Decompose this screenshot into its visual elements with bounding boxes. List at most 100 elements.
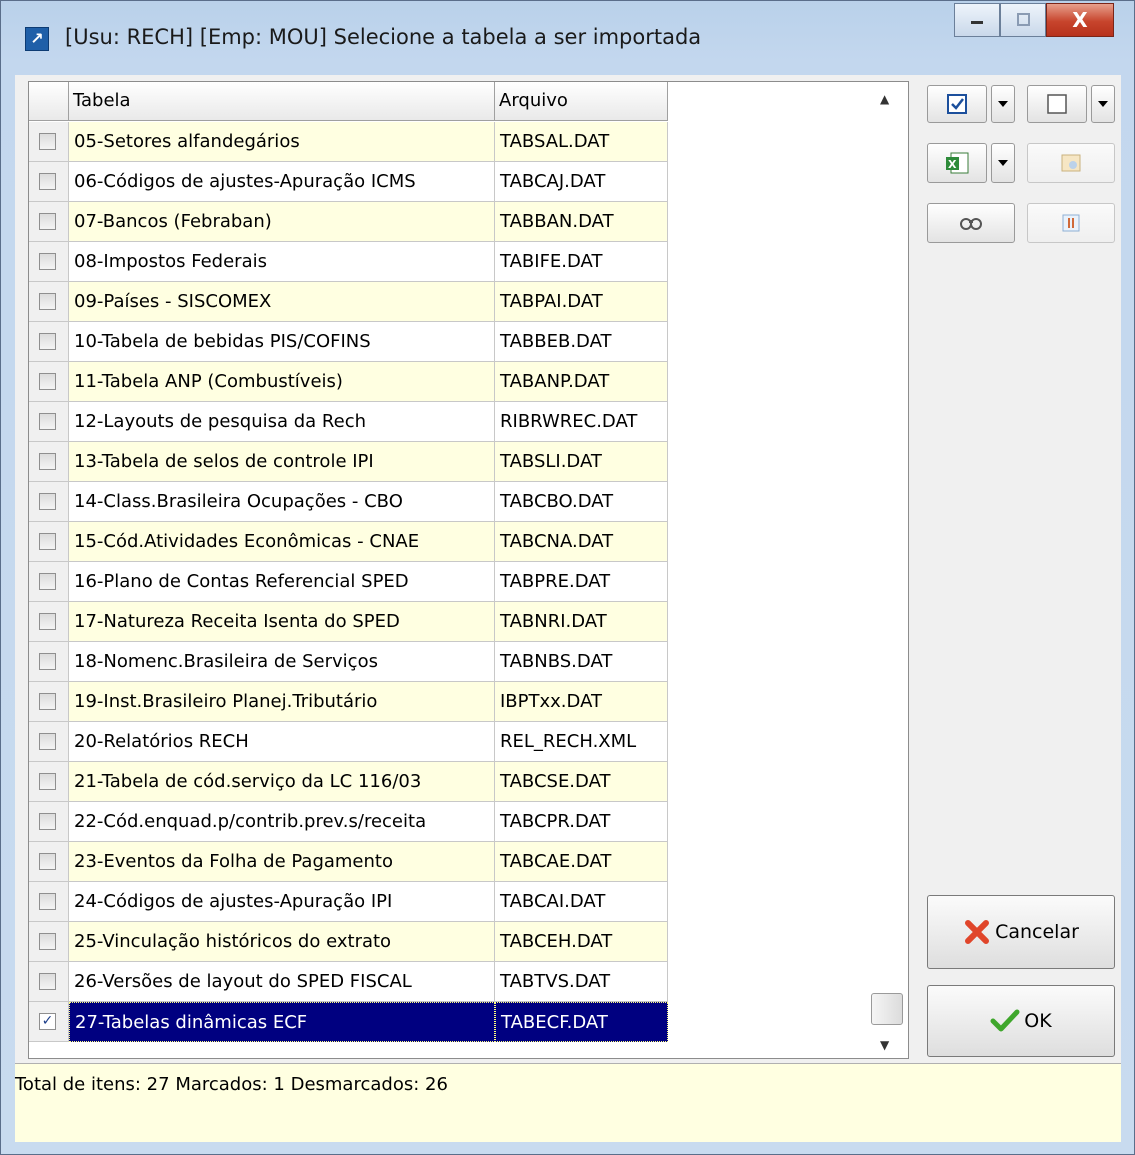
row-checkbox[interactable] — [39, 493, 56, 510]
scroll-up-icon[interactable]: ▲ — [880, 92, 889, 106]
arquivo-cell[interactable]: TABNRI.DAT — [495, 602, 668, 642]
close-button[interactable]: X — [1046, 3, 1114, 37]
table-row[interactable]: 12-Layouts de pesquisa da Rech RIBRWREC.D… — [29, 402, 669, 442]
arquivo-cell[interactable]: TABSAL.DAT — [495, 122, 668, 162]
tabela-cell[interactable]: 18-Nomenc.Brasileira de Serviços — [69, 642, 495, 682]
arquivo-cell[interactable]: TABCSE.DAT — [495, 762, 668, 802]
tabela-cell[interactable]: 17-Natureza Receita Isenta do SPED — [69, 602, 495, 642]
tabela-cell[interactable]: 13-Tabela de selos de controle IPI — [69, 442, 495, 482]
table-row[interactable]: 23-Eventos da Folha de Pagamento TABCAE.D… — [29, 842, 669, 882]
row-checkbox[interactable]: ✓ — [39, 1013, 56, 1030]
tabela-cell[interactable]: 14-Class.Brasileira Ocupações - CBO — [69, 482, 495, 522]
table-row[interactable]: 21-Tabela de cód.serviço da LC 116/03 TAB… — [29, 762, 669, 802]
arquivo-cell[interactable]: TABNBS.DAT — [495, 642, 668, 682]
minimize-button[interactable] — [954, 3, 1000, 37]
tabela-cell[interactable]: 26-Versões de layout do SPED FISCAL — [69, 962, 495, 1002]
arquivo-cell[interactable]: REL_RECH.XML — [495, 722, 668, 762]
arquivo-cell[interactable]: TABBEB.DAT — [495, 322, 668, 362]
scroll-down-icon[interactable]: ▼ — [880, 1038, 889, 1052]
row-checkbox[interactable] — [39, 293, 56, 310]
arquivo-cell[interactable]: TABPAI.DAT — [495, 282, 668, 322]
row-checkbox[interactable] — [39, 413, 56, 430]
table-row[interactable]: 22-Cód.enquad.p/contrib.prev.s/receita TA… — [29, 802, 669, 842]
column-header-arquivo[interactable]: Arquivo — [495, 82, 668, 121]
arquivo-cell[interactable]: TABECF.DAT — [495, 1002, 668, 1042]
table-row[interactable]: 26-Versões de layout do SPED FISCAL TABTV… — [29, 962, 669, 1002]
table-row[interactable]: 08-Impostos Federais TABIFE.DAT — [29, 242, 669, 282]
uncheck-all-button[interactable] — [1027, 85, 1087, 123]
arquivo-cell[interactable]: TABSLI.DAT — [495, 442, 668, 482]
cancel-button[interactable]: Cancelar — [927, 895, 1115, 969]
table-row[interactable]: 20-Relatórios RECH REL_RECH.XML — [29, 722, 669, 762]
tabela-cell[interactable]: 08-Impostos Federais — [69, 242, 495, 282]
row-checkbox[interactable] — [39, 333, 56, 350]
row-checkbox[interactable] — [39, 453, 56, 470]
table-row[interactable]: 10-Tabela de bebidas PIS/COFINS TABBEB.DA… — [29, 322, 669, 362]
arquivo-cell[interactable]: TABIFE.DAT — [495, 242, 668, 282]
row-checkbox[interactable] — [39, 173, 56, 190]
row-checkbox[interactable] — [39, 253, 56, 270]
arquivo-cell[interactable]: TABBAN.DAT — [495, 202, 668, 242]
row-checkbox[interactable] — [39, 653, 56, 670]
row-checkbox[interactable] — [39, 973, 56, 990]
table-row[interactable]: 18-Nomenc.Brasileira de Serviços TABNBS.D… — [29, 642, 669, 682]
table-row[interactable]: 17-Natureza Receita Isenta do SPED TABNRI… — [29, 602, 669, 642]
arquivo-cell[interactable]: RIBRWREC.DAT — [495, 402, 668, 442]
find-button[interactable] — [927, 203, 1015, 243]
table-row[interactable]: ✓ 27-Tabelas dinâmicas ECF TABECF.DAT — [29, 1002, 669, 1042]
row-checkbox[interactable] — [39, 693, 56, 710]
scroll-thumb[interactable] — [871, 993, 903, 1025]
row-checkbox[interactable] — [39, 813, 56, 830]
table-row[interactable]: 16-Plano de Contas Referencial SPED TABPR… — [29, 562, 669, 602]
check-options-dropdown[interactable] — [991, 85, 1015, 123]
arquivo-cell[interactable]: TABCAI.DAT — [495, 882, 668, 922]
vertical-scrollbar[interactable]: ▲ ▼ — [868, 82, 908, 1058]
table-row[interactable]: 13-Tabela de selos de controle IPI TABSLI… — [29, 442, 669, 482]
arquivo-cell[interactable]: TABCBO.DAT — [495, 482, 668, 522]
table-row[interactable]: 09-Países - SISCOMEX TABPAI.DAT — [29, 282, 669, 322]
configure-button[interactable] — [1027, 143, 1115, 183]
arquivo-cell[interactable]: IBPTxx.DAT — [495, 682, 668, 722]
row-checkbox[interactable] — [39, 893, 56, 910]
arquivo-cell[interactable]: TABTVS.DAT — [495, 962, 668, 1002]
arquivo-cell[interactable]: TABCEH.DAT — [495, 922, 668, 962]
table-row[interactable]: 19-Inst.Brasileiro Planej.Tributário IBPT… — [29, 682, 669, 722]
tabela-cell[interactable]: 15-Cód.Atividades Econômicas - CNAE — [69, 522, 495, 562]
arquivo-cell[interactable]: TABCAJ.DAT — [495, 162, 668, 202]
tabela-cell[interactable]: 05-Setores alfandegários — [69, 122, 495, 162]
row-checkbox[interactable] — [39, 733, 56, 750]
row-checkbox[interactable] — [39, 213, 56, 230]
tabela-cell[interactable]: 12-Layouts de pesquisa da Rech — [69, 402, 495, 442]
tabela-cell[interactable]: 10-Tabela de bebidas PIS/COFINS — [69, 322, 495, 362]
tabela-cell[interactable]: 09-Países - SISCOMEX — [69, 282, 495, 322]
sort-button[interactable] — [1027, 203, 1115, 243]
arquivo-cell[interactable]: TABANP.DAT — [495, 362, 668, 402]
table-row[interactable]: 11-Tabela ANP (Combustíveis) TABANP.DAT — [29, 362, 669, 402]
table-row[interactable]: 14-Class.Brasileira Ocupações - CBO TABCB… — [29, 482, 669, 522]
tabela-cell[interactable]: 20-Relatórios RECH — [69, 722, 495, 762]
row-checkbox[interactable] — [39, 573, 56, 590]
tabela-cell[interactable]: 22-Cód.enquad.p/contrib.prev.s/receita — [69, 802, 495, 842]
table-row[interactable]: 15-Cód.Atividades Econômicas - CNAE TABCN… — [29, 522, 669, 562]
arquivo-cell[interactable]: TABCNA.DAT — [495, 522, 668, 562]
table-row[interactable]: 25-Vinculação históricos do extrato TABCE… — [29, 922, 669, 962]
tabela-cell[interactable]: 27-Tabelas dinâmicas ECF — [69, 1002, 495, 1042]
tabela-cell[interactable]: 25-Vinculação históricos do extrato — [69, 922, 495, 962]
tabela-cell[interactable]: 11-Tabela ANP (Combustíveis) — [69, 362, 495, 402]
arquivo-cell[interactable]: TABCPR.DAT — [495, 802, 668, 842]
tabela-cell[interactable]: 07-Bancos (Febraban) — [69, 202, 495, 242]
row-checkbox[interactable] — [39, 613, 56, 630]
uncheck-options-dropdown[interactable] — [1091, 85, 1115, 123]
table-row[interactable]: 06-Códigos de ajustes-Apuração ICMS TABCA… — [29, 162, 669, 202]
column-header-tabela[interactable]: Tabela — [69, 82, 495, 121]
table-row[interactable]: 07-Bancos (Febraban) TABBAN.DAT — [29, 202, 669, 242]
tabela-cell[interactable]: 21-Tabela de cód.serviço da LC 116/03 — [69, 762, 495, 802]
row-checkbox[interactable] — [39, 133, 56, 150]
ok-button[interactable]: OK — [927, 985, 1115, 1057]
arquivo-cell[interactable]: TABPRE.DAT — [495, 562, 668, 602]
excel-export-button[interactable]: X — [927, 143, 987, 183]
maximize-button[interactable] — [1000, 3, 1046, 37]
check-all-button[interactable] — [927, 85, 987, 123]
tabela-cell[interactable]: 23-Eventos da Folha de Pagamento — [69, 842, 495, 882]
tabela-cell[interactable]: 24-Códigos de ajustes-Apuração IPI — [69, 882, 495, 922]
